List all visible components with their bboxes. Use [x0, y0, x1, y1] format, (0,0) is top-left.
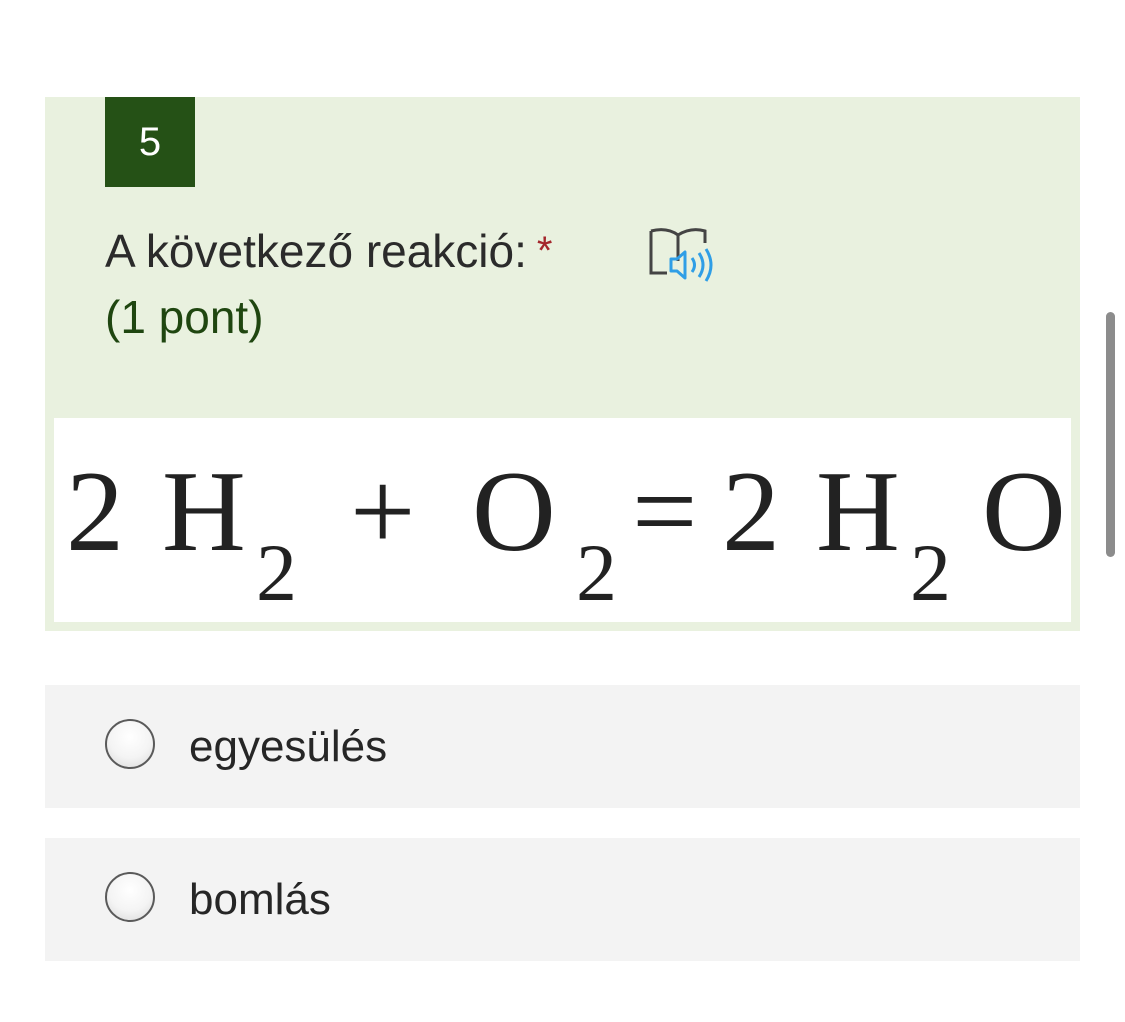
eq-o-1: O	[472, 448, 556, 576]
eq-h-2: H	[816, 448, 900, 576]
answer-option-egyesules[interactable]: egyesülés	[45, 685, 1080, 808]
scrollbar-thumb[interactable]	[1106, 312, 1115, 557]
eq-coef-2: 2	[722, 448, 780, 576]
question-title-text: A következő reakció:	[105, 225, 527, 277]
radio-button[interactable]	[105, 872, 155, 922]
eq-sub-3: 2	[910, 527, 951, 618]
eq-equals: =	[632, 448, 697, 576]
immersive-reader-icon[interactable]	[647, 225, 713, 285]
eq-sub-1: 2	[256, 527, 297, 618]
equation-image: 2 H 2 + O 2 = 2 H 2 O	[54, 418, 1071, 622]
eq-o-2: O	[982, 448, 1066, 576]
question-number-badge: 5	[105, 97, 195, 187]
option-label: egyesülés	[189, 722, 388, 771]
eq-plus: +	[350, 448, 415, 576]
eq-sub-2: 2	[576, 527, 617, 618]
required-marker: *	[536, 229, 553, 273]
option-label: bomlás	[189, 875, 331, 924]
radio-button[interactable]	[105, 719, 155, 769]
form-page: 5 A következő reakció:* (1 pont) 2 H 2	[0, 0, 1125, 1022]
question-points: (1 pont)	[105, 291, 264, 343]
eq-coef-1: 2	[66, 448, 124, 576]
eq-h-1: H	[162, 448, 246, 576]
question-card: 5 A következő reakció:* (1 pont) 2 H 2	[45, 97, 1080, 631]
question-title: A következő reakció: *	[105, 223, 552, 279]
answer-option-bomlas[interactable]: bomlás	[45, 838, 1080, 961]
